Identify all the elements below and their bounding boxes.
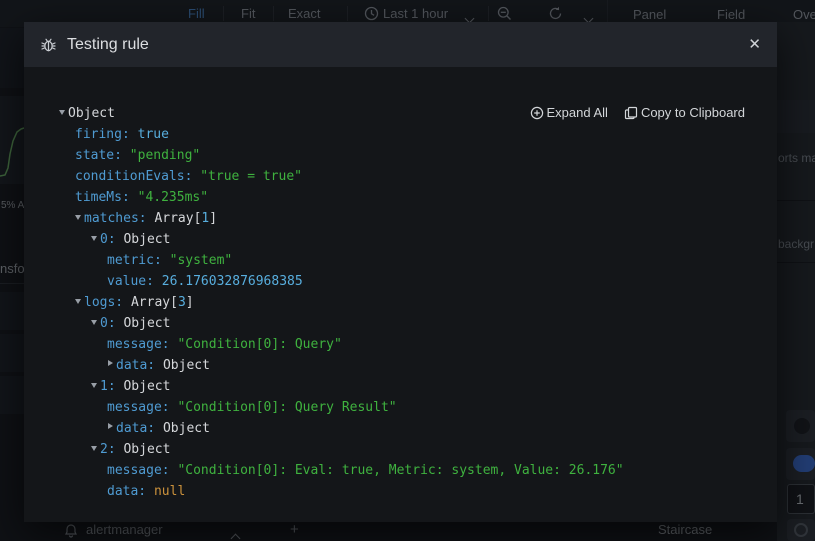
json-row: data: null [59, 481, 624, 502]
json-value: Object [123, 232, 170, 247]
json-key: data: [116, 358, 163, 373]
json-row: 1: Object [59, 376, 624, 397]
json-value: Object [163, 358, 210, 373]
json-value: true [138, 127, 169, 142]
modal-header: Testing rule ✕ [24, 22, 777, 67]
json-key: message: [107, 400, 177, 415]
json-key: logs: [84, 295, 131, 310]
json-value: 26.176032876968385 [162, 274, 303, 289]
json-key: 2: [100, 442, 123, 457]
json-row: message: "Condition[0]: Query" [59, 334, 624, 355]
json-row: metric: "system" [59, 250, 624, 271]
json-row: timeMs: "4.235ms" [59, 187, 624, 208]
json-row: message: "Condition[0]: Eval: true, Metr… [59, 460, 624, 481]
json-row: state: "pending" [59, 145, 624, 166]
json-value: "pending" [130, 148, 200, 163]
expand-all-label: Expand All [547, 105, 608, 120]
json-value: null [154, 484, 185, 499]
copy-icon [624, 106, 638, 120]
json-key: firing: [75, 127, 138, 142]
modal-body: Expand All Copy to Clipboard Object firin… [24, 67, 777, 522]
json-row: logs: Array[3] [59, 292, 624, 313]
json-key: 0: [100, 316, 123, 331]
json-key: 1: [100, 379, 123, 394]
json-value: "system" [170, 253, 233, 268]
modal-title: Testing rule [67, 36, 149, 54]
json-value: Array[1] [154, 211, 217, 226]
json-key: state: [75, 148, 130, 163]
json-value: Array[3] [131, 295, 194, 310]
copy-to-clipboard-button[interactable]: Copy to Clipboard [624, 105, 745, 120]
json-actions: Expand All Copy to Clipboard [530, 105, 746, 120]
json-row: value: 26.176032876968385 [59, 271, 624, 292]
json-key: 0: [100, 232, 123, 247]
json-row: 2: Object [59, 439, 624, 460]
json-value: Object [123, 442, 170, 457]
expand-all-button[interactable]: Expand All [530, 105, 608, 120]
close-icon[interactable]: ✕ [748, 37, 761, 52]
json-key: value: [107, 274, 162, 289]
json-value: Object [123, 316, 170, 331]
json-row: data: Object [59, 418, 624, 439]
json-value: "4.235ms" [138, 190, 208, 205]
json-row: 0: Object [59, 229, 624, 250]
json-key: message: [107, 463, 177, 478]
json-key: conditionEvals: [75, 169, 200, 184]
circle-plus-icon [530, 106, 544, 120]
bug-icon [40, 36, 57, 53]
json-key: data: [107, 484, 154, 499]
json-value: "true = true" [200, 169, 302, 184]
json-row: firing: true [59, 124, 624, 145]
testing-rule-modal: Testing rule ✕ Expand All Copy to Clipbo… [24, 22, 777, 522]
json-key: metric: [107, 253, 170, 268]
json-tree: Objectfiring: truestate: "pending"condit… [59, 103, 624, 502]
json-value: Object [123, 379, 170, 394]
json-key: matches: [84, 211, 154, 226]
json-value: Object [163, 421, 210, 436]
json-row: 0: Object [59, 313, 624, 334]
json-key: data: [116, 421, 163, 436]
json-key: message: [107, 337, 177, 352]
json-row: matches: Array[1] [59, 208, 624, 229]
json-key: timeMs: [75, 190, 138, 205]
json-row: conditionEvals: "true = true" [59, 166, 624, 187]
json-row: data: Object [59, 355, 624, 376]
json-value: "Condition[0]: Eval: true, Metric: syste… [177, 463, 623, 478]
json-value: "Condition[0]: Query Result" [177, 400, 396, 415]
json-value: Object [68, 106, 115, 121]
json-row: message: "Condition[0]: Query Result" [59, 397, 624, 418]
json-value: "Condition[0]: Query" [177, 337, 341, 352]
copy-to-clipboard-label: Copy to Clipboard [641, 105, 745, 120]
